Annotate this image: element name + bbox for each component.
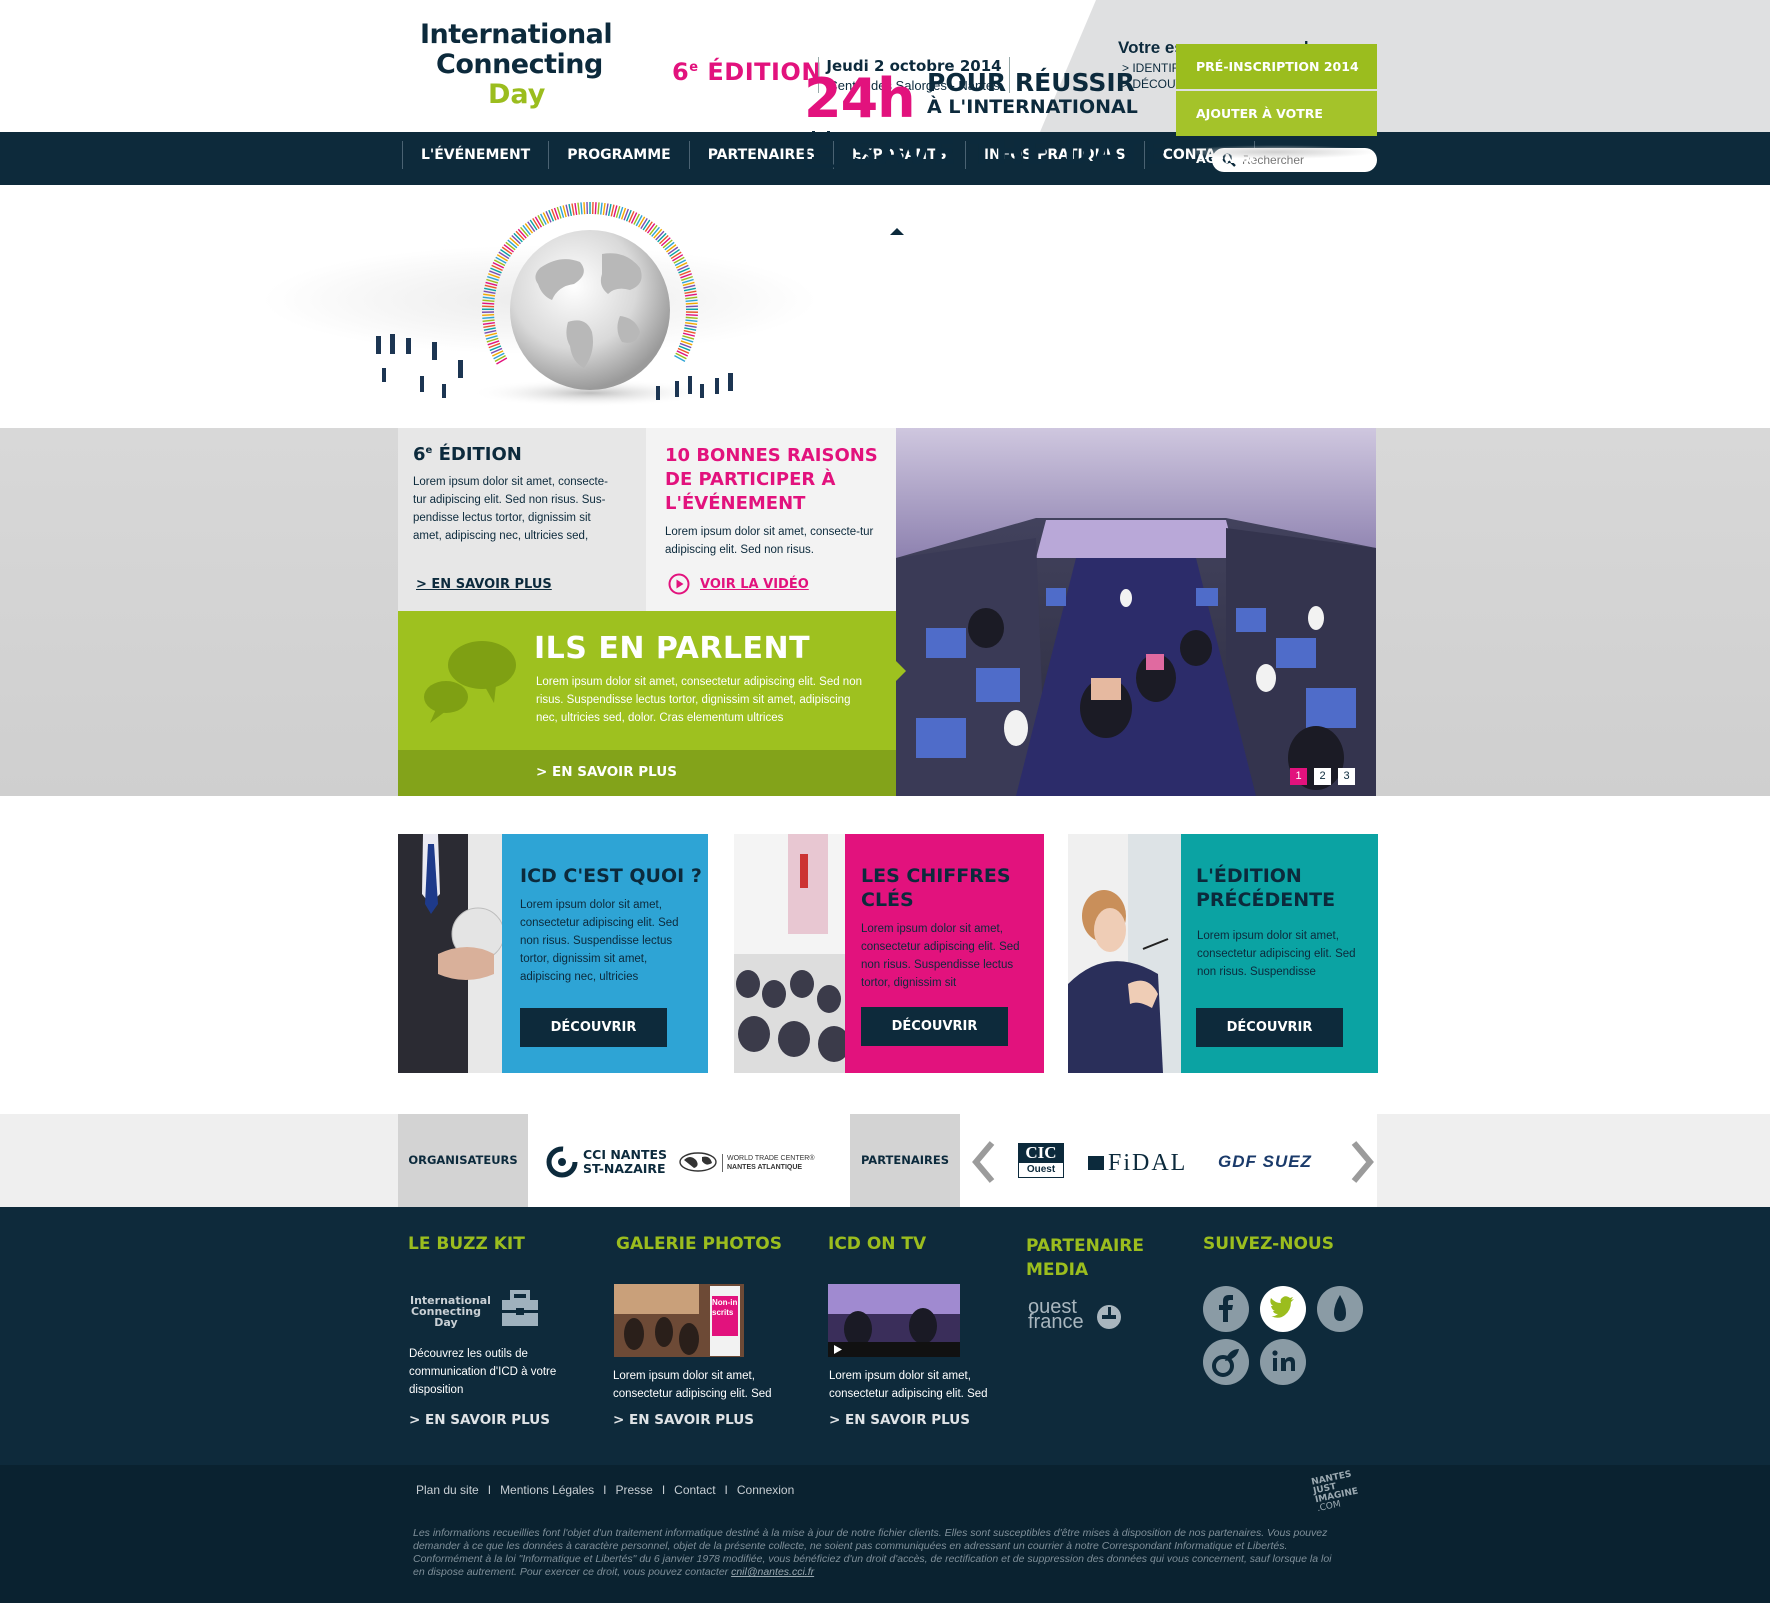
hero-24h: 24h [804,67,916,130]
buzz-kit-more-link[interactable]: > EN SAVOIR PLUS [409,1412,550,1428]
card-chiffres-image [734,834,845,1073]
edition-box: 6e ÉDITION Lorem ipsum dolor sit amet, c… [398,428,646,611]
follow-us-title: SUIVEZ-NOUS [1203,1234,1334,1254]
testimonials-title: ILS EN PARLENT [534,631,811,666]
hero-save-the-date: SAVE THE DATE [852,133,1169,173]
login-footer-link[interactable]: Connexion [737,1483,794,1497]
press-link[interactable]: Presse [615,1483,652,1497]
calendar-icon [804,131,838,168]
cic-logo[interactable]: CIC Ouest [1018,1143,1064,1178]
icd-tv-title: ICD ON TV [828,1234,927,1254]
play-icon[interactable] [668,573,690,595]
slider-page-3[interactable]: 3 [1338,768,1355,785]
viadeo-icon[interactable] [1317,1286,1363,1332]
legal-notice: Les informations recueillies font l'obje… [413,1527,1332,1578]
netvibes-icon[interactable] [1203,1339,1249,1385]
card-chiffres: LES CHIFFRES CLÉS Lorem ipsum dolor sit … [734,834,1044,1073]
buttons-shadow [1176,145,1377,159]
raisons-box: 10 BONNES RAISONS DE PARTICIPER À L'ÉVÉN… [646,428,896,611]
partners-label: PARTENAIRES [850,1114,960,1207]
slider-pointer [896,660,906,682]
logo-line-1: International [420,19,613,50]
card-edition-image [1068,834,1181,1073]
cci-logo-icon [546,1146,578,1178]
contact-link[interactable]: Contact [674,1483,715,1497]
buzz-kit-text: Découvrez les outils de communication d'… [409,1348,557,1396]
raisons-box-title: 10 BONNES RAISONS DE PARTICIPER À L'ÉVÉN… [665,445,878,514]
gallery-title: GALERIE PHOTOS [616,1234,782,1254]
card-icd-panel: ICD C'EST QUOI ? Lorem ipsum dolor sit a… [502,834,708,1073]
logo-line-2: Connecting [436,49,603,80]
hero-pointer [890,228,904,235]
card-edition-panel: L'ÉDITION PRÉCÉDENTE Lorem ipsum dolor s… [1181,834,1378,1073]
organisers-label: ORGANISATEURS [398,1114,528,1207]
buzz-kit-logo: International Connecting Day [410,1294,491,1329]
edition-label: 6e ÉDITION [672,58,822,86]
hero-tagline: POUR RÉUSSIR À L'INTERNATIONAL [927,68,1138,118]
gallery-text: Lorem ipsum dolor sit amet, consectetur … [613,1370,772,1400]
gdf-suez-logo[interactable]: GDF SUEZ [1218,1152,1312,1172]
icd-tv-more-link[interactable]: > EN SAVOIR PLUS [829,1412,970,1428]
facebook-icon[interactable] [1203,1286,1249,1332]
chevron-right-icon[interactable] [1350,1141,1376,1183]
card-chiffres-text: Lorem ipsum dolor sit amet, consectetur … [861,923,1020,989]
add-to-agenda-button[interactable]: AJOUTER À VOTRE AGENDA [1176,91,1377,166]
card-chiffres-title: LES CHIFFRES CLÉS [861,865,1011,911]
slider-page-2[interactable]: 2 [1314,768,1331,785]
testimonials-footer: > EN SAVOIR PLUS [398,750,896,796]
card-icd-text: Lorem ipsum dolor sit amet, consectetur … [520,899,679,983]
raisons-box-text: Lorem ipsum dolor sit amet, consecte-tur… [665,526,874,556]
sitemap-link[interactable]: Plan du site [416,1483,479,1497]
event-photo-slider[interactable] [896,428,1376,796]
legal-mentions-link[interactable]: Mentions Légales [500,1483,594,1497]
wtc-globe-icon [679,1152,717,1172]
card-icd-discover-button[interactable]: DÉCOUVRIR [520,1008,667,1047]
fidal-logo[interactable]: FiDAL [1088,1150,1187,1177]
conference-photo [896,428,1376,796]
nav-evenement[interactable]: L'ÉVÉNEMENT [402,141,548,169]
edition-more-link[interactable]: > EN SAVOIR PLUS [416,577,552,592]
edition-box-text: Lorem ipsum dolor sit amet, consecte-tur… [413,476,608,542]
globe-illustration [376,202,733,407]
card-icd-title: ICD C'EST QUOI ? [520,865,702,887]
card-edition: L'ÉDITION PRÉCÉDENTE Lorem ipsum dolor s… [1068,834,1378,1073]
toolbox-icon [502,1290,538,1326]
card-edition-discover-button[interactable]: DÉCOUVRIR [1196,1008,1343,1047]
chevron-left-icon[interactable] [970,1141,996,1183]
card-chiffres-discover-button[interactable]: DÉCOUVRIR [861,1007,1008,1046]
ouest-france-logo[interactable]: ouest france [1028,1297,1084,1332]
site-logo[interactable]: International Connecting Day [420,20,620,110]
twitter-icon[interactable] [1260,1286,1306,1332]
gallery-thumbnail-sign: Non-inscrits [712,1298,738,1317]
linkedin-icon[interactable] [1260,1339,1306,1385]
testimonials-text: Lorem ipsum dolor sit amet, consectetur … [536,676,862,724]
bottom-links: Plan du site I Mentions Légales I Presse I … [416,1483,795,1497]
watch-video-link[interactable]: VOIR LA VIDÉO [700,577,809,592]
icd-tv-thumbnail[interactable] [828,1284,960,1357]
ouest-france-mark-icon [1097,1305,1121,1329]
wtc-logo[interactable]: WORLD TRADE CENTER® NANTES ATLANTIQUE [722,1154,814,1172]
testimonials-box: ILS EN PARLENT Lorem ipsum dolor sit ame… [398,611,896,796]
logo-line-3: Day [488,79,546,110]
gallery-thumbnail[interactable] [614,1284,744,1357]
card-edition-text: Lorem ipsum dolor sit amet, consectetur … [1197,930,1356,978]
speech-bubbles-icon [424,641,516,723]
buzz-kit-title: LE BUZZ KIT [408,1234,525,1254]
gallery-more-link[interactable]: > EN SAVOIR PLUS [613,1412,754,1428]
nav-programme[interactable]: PROGRAMME [548,141,688,169]
cci-logo[interactable]: CCI NANTES ST-NAZAIRE [583,1148,667,1176]
media-partner-title: PARTENAIRE MEDIA [1026,1236,1145,1280]
card-icd: ICD C'EST QUOI ? Lorem ipsum dolor sit a… [398,834,708,1073]
edition-box-title: 6e ÉDITION [413,444,522,465]
hero-banner [0,185,1770,428]
cnil-email-link[interactable]: cnil@nantes.cci.fr [731,1566,814,1578]
card-edition-title: L'ÉDITION PRÉCÉDENTE [1196,865,1336,911]
slider-page-1[interactable]: 1 [1290,768,1307,785]
card-chiffres-panel: LES CHIFFRES CLÉS Lorem ipsum dolor sit … [845,834,1044,1073]
card-icd-image [398,834,502,1073]
preinscription-button[interactable]: PRÉ-INSCRIPTION 2014 [1176,44,1377,89]
testimonials-more-link[interactable]: > EN SAVOIR PLUS [536,764,677,780]
icd-tv-text: Lorem ipsum dolor sit amet, consectetur … [829,1370,988,1400]
